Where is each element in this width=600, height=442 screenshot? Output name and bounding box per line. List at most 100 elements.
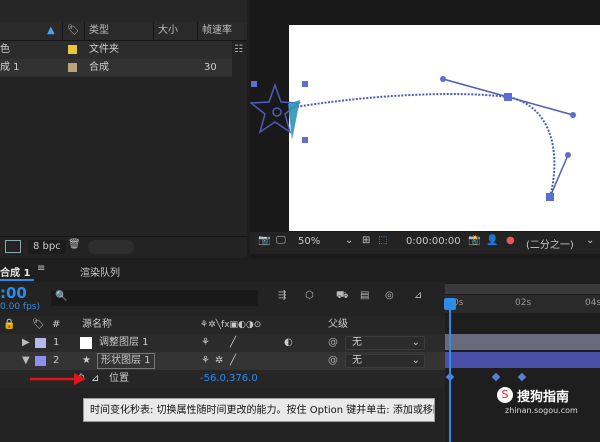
item-type: 合成	[89, 62, 109, 73]
ruler-label: 02s	[515, 298, 532, 308]
quality-switch-icon[interactable]: ╱	[230, 352, 236, 370]
pick-whip-icon[interactable]: @	[328, 352, 338, 370]
motion-path	[289, 93, 556, 198]
quality-switch-icon[interactable]: ╱	[230, 334, 236, 352]
flowchart-icon[interactable]: ☷	[234, 44, 243, 55]
property-value[interactable]: -56.0,376.0	[200, 370, 258, 388]
parent-dropdown[interactable]: 无 ⌄	[345, 354, 425, 368]
chevron-down-icon[interactable]: ⌄	[586, 235, 594, 246]
frame-blending-icon[interactable]: ▤	[360, 290, 369, 301]
keyframe-vertex	[546, 193, 554, 201]
current-time-display[interactable]: :00	[0, 284, 27, 302]
red-arrow-annotation	[30, 373, 86, 385]
size-column-header[interactable]: 大小	[153, 22, 197, 40]
tab-composition[interactable]: 合成 1	[0, 264, 30, 279]
tag-icon: 🏷	[67, 25, 80, 36]
shy-switch-icon[interactable]: ⚘	[201, 334, 210, 352]
monitor-icon[interactable]: 🖵	[276, 235, 286, 246]
timeline-tab-bar: 合成 1 ≡ 渲染队列	[0, 260, 600, 283]
motion-blur-icon[interactable]: ◎	[385, 290, 394, 301]
current-time-display[interactable]: 0:00:00:00	[406, 236, 461, 247]
label-column-header[interactable]: 🏷	[62, 22, 84, 40]
chevron-down-icon[interactable]: ⌄	[345, 235, 353, 246]
parent-dropdown[interactable]: 无 ⌄	[345, 336, 425, 350]
layer-name[interactable]: 形状图层 1	[97, 353, 155, 369]
layer-duration-bar[interactable]	[445, 334, 600, 350]
layer-row[interactable]: ▶ 1 调整图层 1 ⚘ ╱ ◐ @ 无 ⌄	[0, 334, 445, 353]
layer-color-label[interactable]	[35, 356, 46, 366]
item-name: 色	[0, 44, 10, 55]
tab-render-queue[interactable]: 渲染队列	[80, 264, 120, 279]
project-item-row[interactable]: 成 1 合成 30	[0, 59, 232, 77]
layer-search-input[interactable]: 🔍	[51, 290, 258, 306]
show-snapshot-icon[interactable]: 👤	[486, 235, 498, 246]
mask-visibility-icon[interactable]: ⬚	[378, 235, 387, 246]
active-tab-indicator	[0, 279, 34, 281]
thumbnail-slider[interactable]	[88, 240, 134, 254]
draft-3d-icon[interactable]: ⬡	[305, 290, 314, 301]
bezier-handle	[565, 152, 571, 158]
work-area-bar[interactable]	[445, 284, 600, 294]
bounding-box-handle	[302, 81, 308, 87]
playhead[interactable]	[449, 298, 451, 442]
motion-path-overlay[interactable]	[250, 60, 600, 210]
always-preview-icon[interactable]: 📷	[258, 235, 270, 246]
label-icon[interactable]: 🏷	[32, 316, 45, 334]
tab-menu-icon[interactable]: ≡	[37, 263, 45, 274]
layer-column-header: 🔒 🏷 # 源名称 ⚘✲╲fx▣◐◑⊙ 父级	[0, 316, 445, 335]
project-search-bar	[0, 0, 247, 22]
sogou-watermark: S 搜狗指南 zhinan.sogou.com	[497, 385, 597, 415]
pick-whip-icon[interactable]: @	[328, 334, 338, 352]
source-name-header[interactable]: 源名称	[82, 316, 112, 334]
parent-value: 无	[352, 337, 362, 348]
name-column-header[interactable]: ▲	[0, 22, 62, 40]
project-item-row[interactable]: 色 文件夹	[0, 41, 232, 59]
adjustment-switch-icon[interactable]: ◐	[284, 334, 293, 352]
parent-value: 无	[352, 355, 362, 366]
graph-icon[interactable]: ⊿	[91, 370, 99, 388]
sort-ascending-icon[interactable]: ▲	[47, 22, 55, 40]
fps-column-header[interactable]: 帧速率	[197, 22, 247, 40]
trash-icon[interactable]: 🗑	[68, 239, 81, 250]
layer-color-label[interactable]	[35, 338, 46, 348]
stopwatch-tooltip: 时间变化秒表: 切换属性随时间更改的能力。按住 Option 键并单击: 添加或…	[83, 398, 435, 422]
time-ruler[interactable]: 0s 02s 04s	[445, 295, 600, 313]
resolution-dropdown[interactable]: (二分之一)	[526, 236, 574, 251]
layer-number: 2	[53, 355, 60, 366]
project-footer: 8 bpc 🗑	[0, 236, 247, 257]
viewer-toolbar: 📷 🖵 50% ⌄ ⊞ ⬚ 0:00:00:00 📸 👤 ● (二分之一) ⌄	[250, 232, 600, 254]
color-channels-icon[interactable]: ●	[506, 235, 515, 246]
layer-row[interactable]: ▼ 2 ★ 形状图层 1 ⚘ ✲ ╱ @ 无 ⌄	[0, 352, 445, 371]
interpret-footage-icon[interactable]	[5, 240, 21, 253]
label-swatch[interactable]	[68, 63, 77, 72]
zoom-dropdown[interactable]: 50%	[298, 236, 320, 247]
grid-icon[interactable]: ⊞	[362, 235, 370, 246]
shape-layer-star-icon: ★	[82, 355, 91, 366]
sogou-logo-icon: S	[497, 387, 513, 403]
playhead-handle[interactable]	[444, 298, 456, 310]
label-swatch[interactable]	[68, 45, 77, 54]
shy-switch-icon[interactable]: ⚘	[201, 352, 210, 370]
layer-number-header: #	[52, 319, 61, 330]
bezier-handle-line	[549, 154, 569, 198]
layer-duration-bar[interactable]	[445, 352, 600, 368]
layer-name[interactable]: 调整图层 1	[99, 334, 149, 352]
item-name: 成 1	[0, 62, 20, 73]
type-column-header[interactable]: 类型	[84, 22, 153, 40]
expand-arrow-icon[interactable]: ▶	[22, 334, 30, 352]
parent-header[interactable]: 父级	[328, 316, 348, 334]
item-fps: 30	[204, 62, 217, 73]
graph-editor-icon[interactable]: ⊿	[414, 290, 422, 301]
watermark-title: 搜狗指南	[517, 390, 570, 405]
camera-icon[interactable]: 📸	[468, 235, 480, 246]
composition-mini-flowchart-icon[interactable]: ⇶	[278, 290, 286, 301]
anchor-point	[272, 107, 282, 117]
bounding-box-handle	[251, 81, 257, 87]
collapse-switch-icon[interactable]: ✲	[215, 352, 223, 370]
switches-header-icon[interactable]: ⚘✲╲fx▣◐◑⊙	[200, 316, 261, 334]
collapse-arrow-icon[interactable]: ▼	[22, 352, 30, 370]
shy-layers-icon[interactable]: ⛟	[336, 290, 349, 303]
bit-depth-button[interactable]: 8 bpc	[28, 240, 66, 254]
lock-icon[interactable]: 🔒	[3, 316, 15, 334]
chevron-down-icon: ⌄	[411, 355, 420, 366]
